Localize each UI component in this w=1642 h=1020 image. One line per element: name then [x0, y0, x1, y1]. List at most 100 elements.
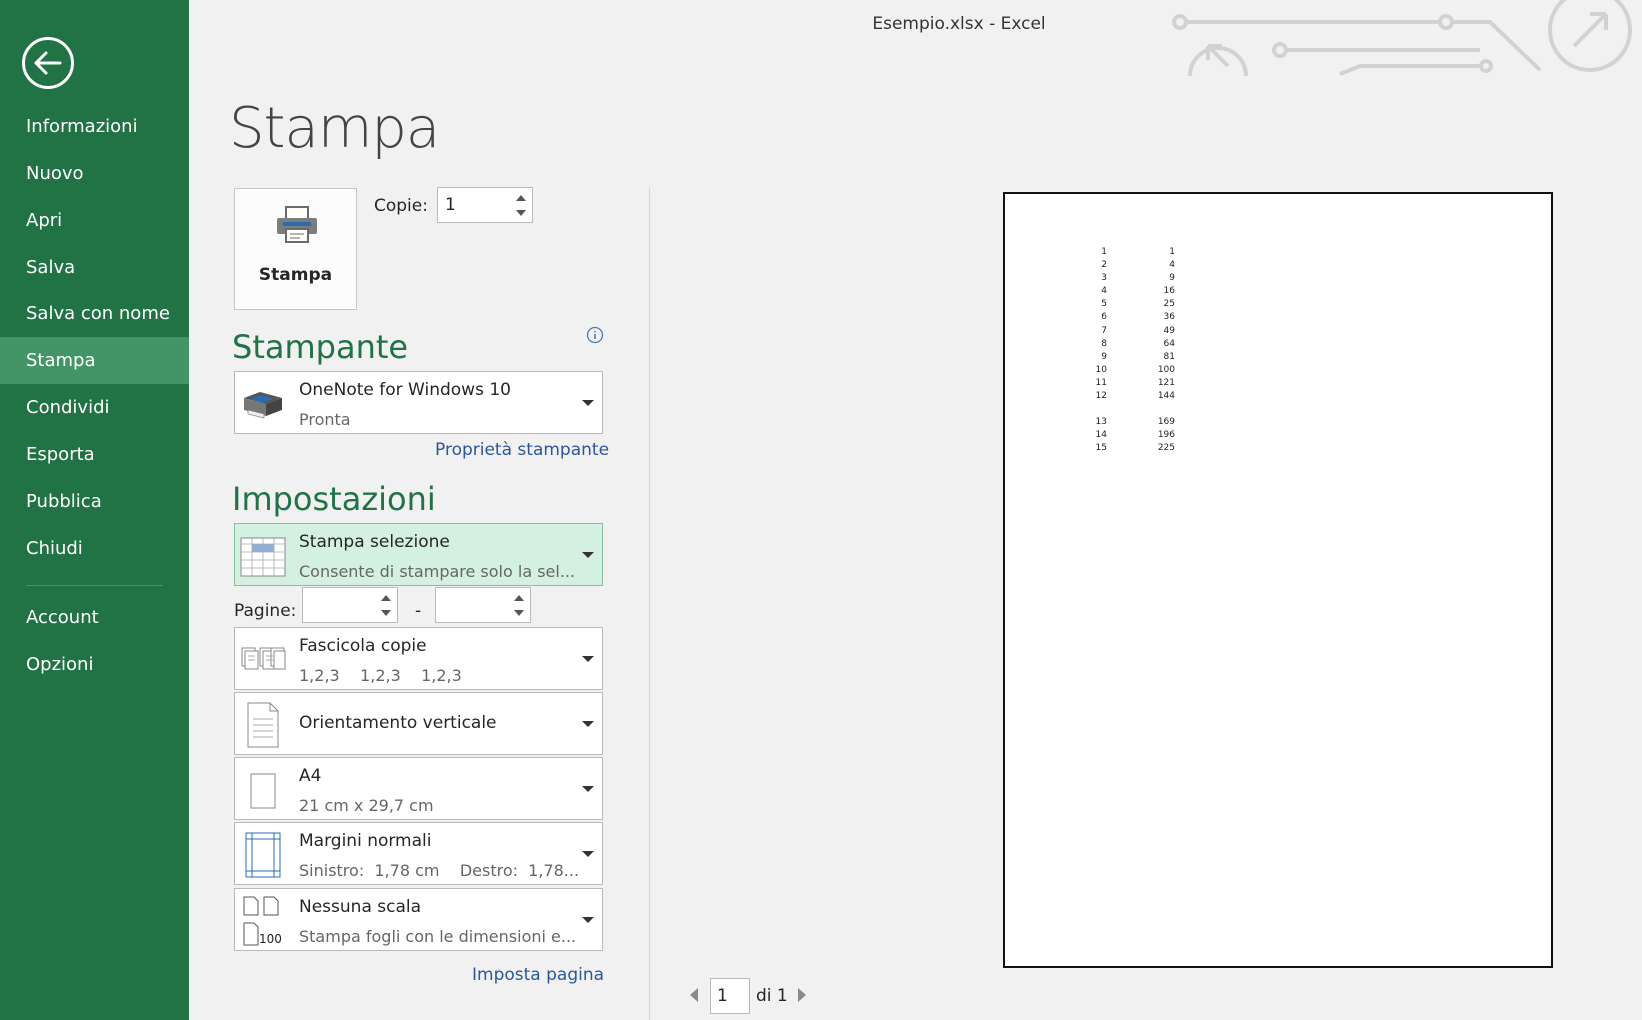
chevron-down-icon: [582, 721, 594, 727]
sidebar-item-account[interactable]: Account: [0, 594, 189, 641]
printer-name: OneNote for Windows 10: [299, 380, 511, 400]
previous-page-icon[interactable]: [690, 988, 698, 1002]
sidebar-item-stampa[interactable]: Stampa: [0, 337, 189, 384]
print-button-label: Stampa: [258, 265, 333, 285]
preview-cell-n: 7: [1101, 325, 1107, 336]
preview-row: 39: [1075, 272, 1175, 285]
sidebar-item-nuovo[interactable]: Nuovo: [0, 150, 189, 197]
margins-dropdown[interactable]: Margini normali Sinistro: 1,78 cm Destro…: [234, 822, 603, 885]
preview-cell-square: 196: [1157, 430, 1175, 441]
print-what-title: Stampa selezione: [299, 532, 450, 552]
page-setup-link[interactable]: Imposta pagina: [472, 965, 604, 985]
copies-stepper[interactable]: 1: [437, 187, 533, 223]
margins-subtitle: Sinistro: 1,78 cm Destro: 1,78...: [299, 861, 580, 880]
preview-row: 24: [1075, 259, 1175, 272]
scaling-subtitle: Stampa fogli con le dimensioni e...: [299, 927, 577, 946]
scaling-dropdown[interactable]: 100 Nessuna scala Stampa fogli con le di…: [234, 888, 603, 951]
sidebar-item-apri[interactable]: Apri: [0, 197, 189, 244]
margins-icon: [245, 832, 281, 878]
sidebar-item-esporta[interactable]: Esporta: [0, 431, 189, 478]
chevron-down-icon: [582, 917, 594, 923]
page-title: Stampa: [229, 96, 440, 161]
stepper-up-icon[interactable]: [513, 592, 525, 604]
printer-properties-link[interactable]: Proprietà stampante: [435, 440, 609, 460]
preview-cell-n: 11: [1095, 377, 1107, 388]
chevron-down-icon: [582, 786, 594, 792]
chevron-down-icon: [582, 656, 594, 662]
sidebar-item-salva-con-nome[interactable]: Salva con nome: [0, 290, 189, 337]
print-button[interactable]: Stampa: [234, 188, 357, 310]
preview-cell-n: 9: [1101, 351, 1107, 362]
printer-section-title: Stampante: [232, 328, 409, 366]
sidebar-item-condividi[interactable]: Condividi: [0, 384, 189, 431]
preview-row: 13 169: [1075, 416, 1175, 429]
sidebar-item-informazioni[interactable]: Informazioni: [0, 103, 189, 150]
preview-cell-n: 8: [1101, 338, 1107, 349]
preview-cell-n: 6: [1101, 312, 1107, 323]
preview-cell-square: 225: [1157, 443, 1175, 454]
preview-cell-square: 9: [1169, 273, 1175, 284]
print-what-subtitle: Consente di stampare solo la sel...: [299, 562, 576, 581]
pages-label: Pagine:: [234, 601, 297, 621]
preview-row: 10 100: [1075, 364, 1175, 377]
preview-cell-square: 100: [1157, 364, 1175, 375]
copies-value: 1: [445, 195, 456, 215]
stepper-up-icon[interactable]: [515, 192, 527, 204]
paper-size-dropdown[interactable]: A4 21 cm x 29,7 cm: [234, 757, 603, 820]
page-number-input[interactable]: 1: [710, 978, 750, 1014]
preview-cell-n: 13: [1095, 417, 1107, 428]
chevron-down-icon: [582, 851, 594, 857]
preview-row: 15 225: [1075, 442, 1175, 455]
preview-cell-n: 4: [1101, 286, 1107, 297]
preview-row: 8 64: [1075, 338, 1175, 351]
info-icon[interactable]: [586, 326, 604, 344]
sidebar-item-salva[interactable]: Salva: [0, 244, 189, 291]
collate-dropdown[interactable]: Fascicola copie 1,2,3 1,2,3 1,2,3: [234, 627, 603, 690]
print-preview-page: 1 1 2 4 3 9 4 16 5 25 6 36 7 49 8 64 9 81 10 100 11 121 12 144 1…: [1003, 192, 1553, 968]
settings-section-title: Impostazioni: [232, 480, 436, 518]
printer-dropdown[interactable]: OneNote for Windows 10 Pronta: [234, 371, 603, 434]
orientation-title: Orientamento verticale: [299, 713, 497, 733]
preview-cell-square: 36: [1163, 312, 1175, 323]
circuit-decoration-icon: [1172, 0, 1632, 77]
sidebar-item-opzioni[interactable]: Opzioni: [0, 641, 189, 688]
stepper-down-icon[interactable]: [380, 607, 392, 619]
preview-table: 1 1 2 4 3 9 4 16 5 25 6 36 7 49 8 64 9 81 10 100 11 121 12 144 1…: [1075, 246, 1175, 455]
orientation-dropdown[interactable]: Orientamento verticale: [234, 692, 603, 755]
preview-cell-n: 14: [1095, 430, 1107, 441]
paper-size-title: A4: [299, 766, 322, 786]
sidebar-divider: [26, 585, 163, 586]
collate-subtitle: 1,2,3 1,2,3 1,2,3: [299, 666, 462, 685]
preview-cell-square: 169: [1157, 417, 1175, 428]
pages-to-stepper[interactable]: [435, 587, 531, 623]
backstage-sidebar: Informazioni Nuovo Apri Salva Salva con …: [0, 0, 189, 1020]
pages-from-stepper[interactable]: [302, 587, 398, 623]
preview-cell-n: 1: [1101, 247, 1107, 257]
preview-cell-square: 49: [1163, 325, 1175, 336]
printer-icon: [277, 206, 317, 243]
pages-separator: -: [415, 601, 422, 621]
preview-cell-square: 25: [1163, 299, 1175, 310]
panel-divider: [649, 188, 650, 1020]
print-what-dropdown[interactable]: Stampa selezione Consente di stampare so…: [234, 523, 603, 586]
paper-size-icon: [250, 773, 276, 809]
scaling-title: Nessuna scala: [299, 897, 422, 917]
preview-row: 12 144: [1075, 390, 1175, 403]
collate-pages-icon: [241, 647, 286, 670]
printer-device-icon: [244, 392, 282, 419]
collate-title: Fascicola copie: [299, 636, 427, 656]
stepper-down-icon[interactable]: [513, 607, 525, 619]
scaling-icon-text: 100: [259, 932, 282, 946]
preview-row: 9 81: [1075, 351, 1175, 364]
preview-cell-square: 4: [1169, 260, 1175, 271]
sidebar-item-chiudi[interactable]: Chiudi: [0, 525, 189, 572]
next-page-icon[interactable]: [798, 988, 806, 1002]
stepper-down-icon[interactable]: [515, 207, 527, 219]
selection-grid-icon: [240, 537, 286, 577]
sidebar-item-pubblica[interactable]: Pubblica: [0, 478, 189, 525]
page-count-label: di 1: [756, 986, 788, 1006]
preview-cell-square: 64: [1163, 338, 1175, 349]
back-button[interactable]: [22, 37, 74, 89]
preview-row: 11: [1075, 246, 1175, 259]
stepper-up-icon[interactable]: [380, 592, 392, 604]
